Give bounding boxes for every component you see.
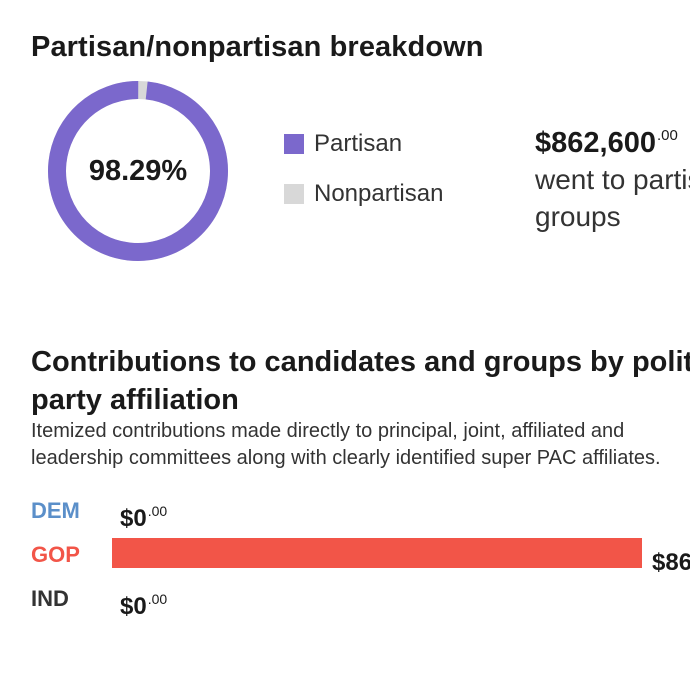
section-description: Itemized contributions made directly to …: [31, 418, 661, 472]
legend-item-partisan: Partisan: [284, 128, 443, 160]
partisan-amount-dollars: $862,600: [535, 127, 656, 159]
legend-swatch-partisan: [284, 134, 304, 154]
bar-value-ind: $0.00: [120, 591, 168, 620]
partisan-summary: $862,600.00 went to partisan groups: [535, 118, 690, 235]
bar-value-dem: $0.00: [120, 503, 168, 532]
bar-row-gop: GOP $862,600.00: [31, 538, 690, 582]
legend-item-nonpartisan: Nonpartisan: [284, 178, 443, 210]
legend-label-nonpartisan: Nonpartisan: [314, 180, 444, 207]
partisan-total-amount: $862,600.00: [535, 118, 690, 161]
partisan-summary-line1: went to partisan: [535, 164, 690, 195]
section-title-contributions-by-party: Contributions to candidates and groups b…: [31, 343, 690, 419]
legend-label-partisan: Partisan: [314, 130, 403, 157]
party-label-dem: DEM: [31, 498, 80, 523]
donut-legend: Partisan Nonpartisan: [284, 128, 443, 228]
donut-center-percentage: 98.29%: [88, 154, 188, 187]
party-bar-chart: DEM $0.00 GOP $862,600.00 IND $0.00: [31, 494, 690, 626]
party-label-gop: GOP: [31, 542, 80, 567]
section-title-partisan-breakdown: Partisan/nonpartisan breakdown: [31, 31, 484, 63]
section-title-line1: Contributions to candidates and groups b…: [31, 346, 690, 378]
bar-value-gop: $862,600.00: [652, 549, 690, 576]
legend-swatch-nonpartisan: [284, 184, 304, 204]
section-title-line2: party affiliation: [31, 384, 239, 416]
page: Partisan/nonpartisan breakdown 98.29% Pa…: [0, 0, 690, 690]
bar-row-ind: IND $0.00: [31, 582, 690, 626]
section-description-line2: leadership committees along with clearly…: [31, 447, 661, 469]
partisan-summary-line2: groups: [535, 201, 621, 232]
section-description-line1: Itemized contributions made directly to …: [31, 420, 625, 442]
party-label-ind: IND: [31, 586, 69, 611]
partisan-amount-cents: .00: [656, 127, 678, 144]
bar-gop: [112, 538, 642, 568]
bar-row-dem: DEM $0.00: [31, 494, 690, 538]
